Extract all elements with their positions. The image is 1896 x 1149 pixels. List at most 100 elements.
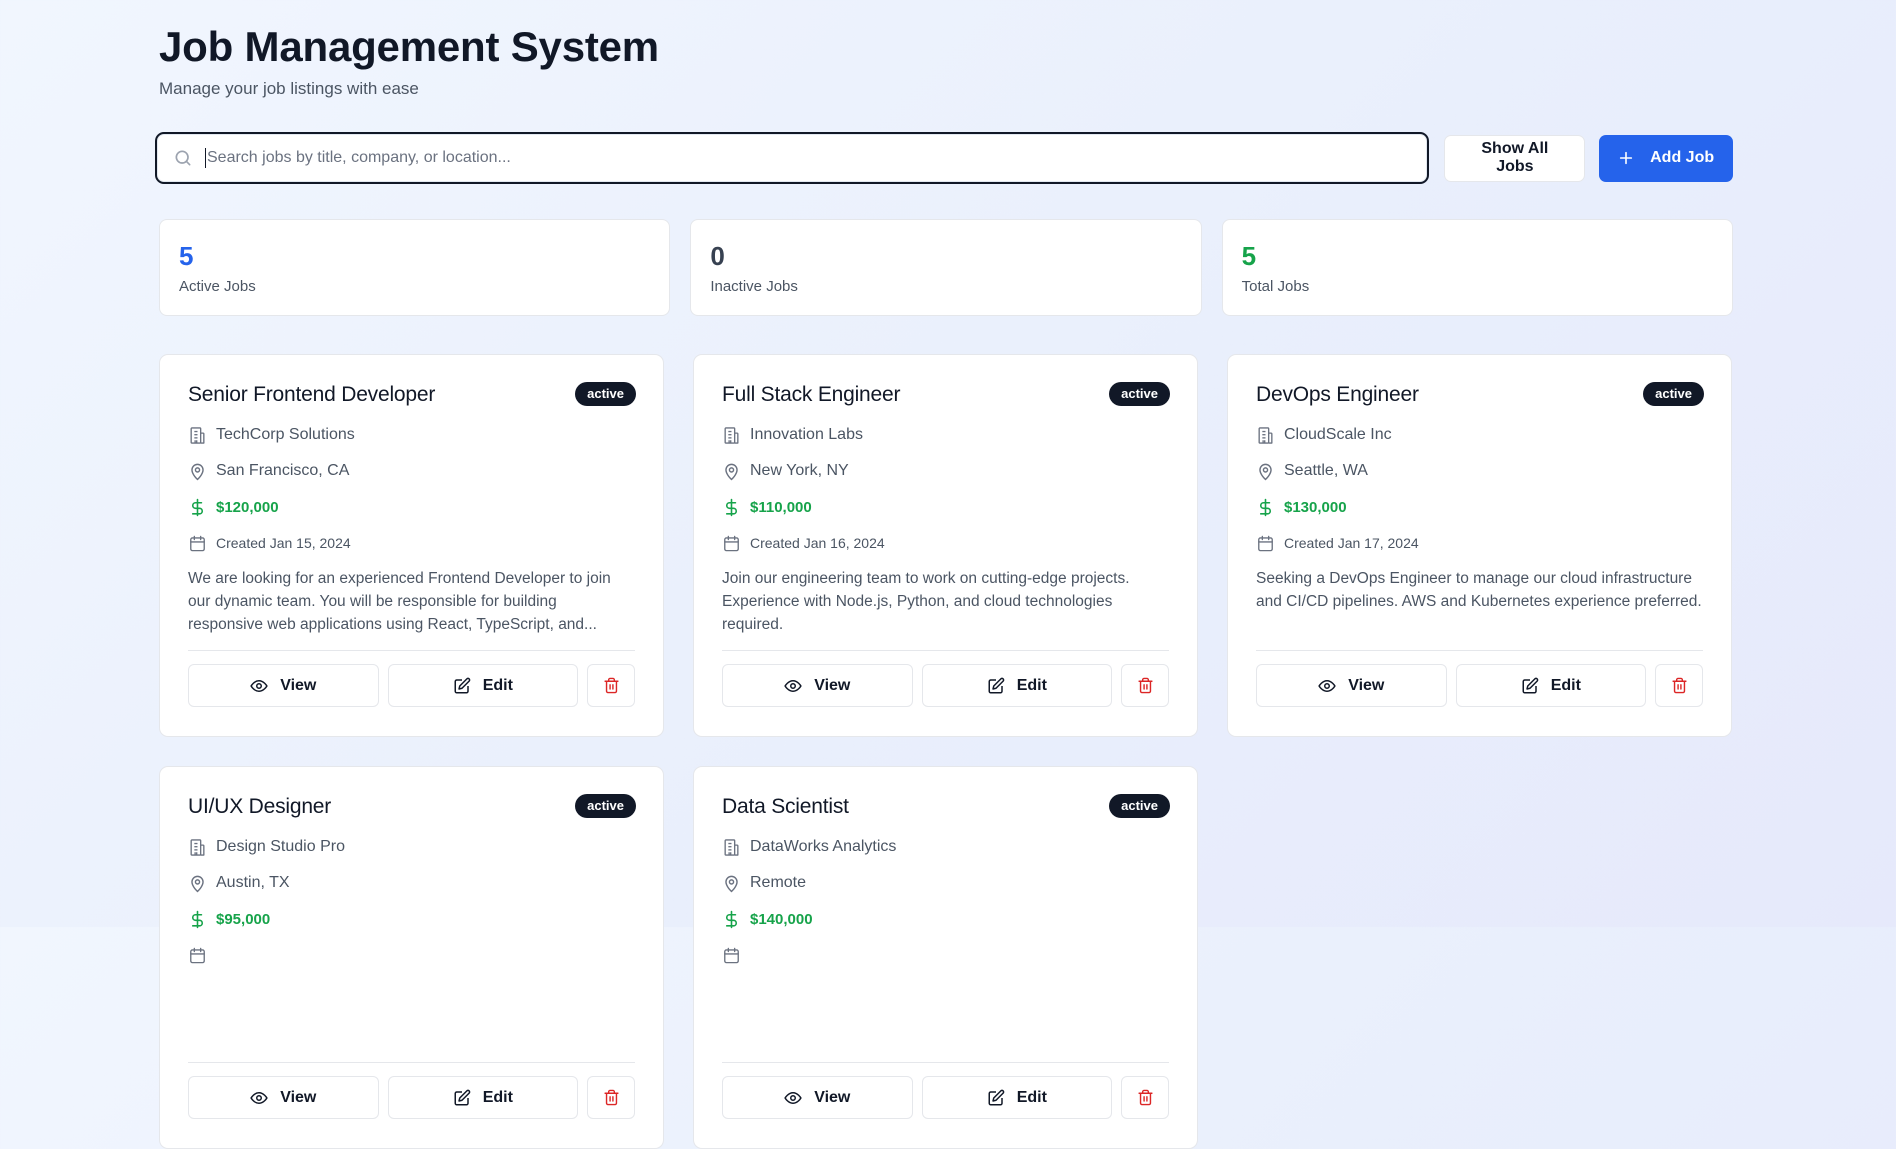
location-text: Austin, TX	[216, 874, 290, 891]
eye-icon	[784, 679, 802, 692]
company-name: Design Studio Pro	[216, 838, 345, 855]
delete-button[interactable]	[1655, 664, 1703, 707]
add-job-label: Add Job	[1650, 149, 1715, 166]
location-text: San Francisco, CA	[216, 462, 350, 479]
job-description: We are looking for an experienced Fronte…	[188, 570, 611, 633]
delete-button[interactable]	[587, 1076, 635, 1119]
search-input[interactable]	[207, 134, 1428, 182]
salary-row: $130,000	[1256, 496, 1703, 518]
edit-button[interactable]: Edit	[1455, 664, 1647, 707]
dollar-icon	[725, 910, 737, 928]
view-label: View	[1348, 676, 1385, 694]
view-label: View	[814, 1088, 851, 1106]
company-row: DataWorks Analytics	[722, 836, 1169, 858]
card-divider	[1256, 650, 1703, 651]
company-row: Innovation Labs	[722, 424, 1169, 446]
job-title: Data Scientist	[722, 795, 849, 818]
view-button[interactable]: View	[722, 664, 913, 707]
location-row: Austin, TX	[188, 872, 635, 894]
trash-icon	[603, 1089, 619, 1106]
map-pin-icon	[1259, 463, 1272, 480]
card-actions: View Edit	[1256, 664, 1703, 707]
stat-label: Inactive Jobs	[710, 278, 798, 295]
card-divider	[722, 1062, 1169, 1063]
map-pin-icon	[725, 875, 738, 892]
map-pin-icon	[191, 875, 204, 892]
job-description: Seeking a DevOps Engineer to manage our …	[1256, 570, 1702, 610]
trash-icon	[603, 677, 619, 694]
calendar-icon	[724, 947, 739, 963]
job-description	[188, 979, 635, 1048]
delete-button[interactable]	[1121, 1076, 1169, 1119]
location-row: New York, NY	[722, 460, 1169, 482]
edit-button[interactable]: Edit	[387, 1076, 579, 1119]
dollar-icon	[1259, 498, 1271, 516]
building-icon	[1258, 426, 1273, 444]
location-text: Remote	[750, 874, 807, 891]
job-card: UI/UX Designer active Design Studio Pro …	[159, 766, 664, 1149]
created-row: Created Jan 17, 2024	[1256, 532, 1703, 554]
calendar-icon	[190, 947, 205, 963]
stat-label: Total Jobs	[1241, 278, 1310, 295]
eye-icon	[250, 679, 268, 692]
eye-icon	[250, 1091, 268, 1104]
company-row: Design Studio Pro	[188, 836, 635, 858]
edit-icon	[1522, 677, 1539, 693]
created-row	[722, 944, 1169, 966]
salary-row: $120,000	[188, 496, 635, 518]
location-row: Remote	[722, 872, 1169, 894]
stat-card-total: 5 Total Jobs	[1221, 219, 1733, 316]
created-date: Created Jan 17, 2024	[1284, 535, 1419, 551]
stat-value: 0	[710, 241, 725, 271]
show-all-jobs-button[interactable]: Show All Jobs	[1444, 134, 1586, 182]
card-actions: View Edit	[722, 664, 1169, 707]
search-box[interactable]	[155, 132, 1430, 184]
location-text: New York, NY	[750, 462, 849, 479]
search-icon	[175, 150, 191, 166]
location-row: Seattle, WA	[1256, 460, 1703, 482]
page-subtitle: Manage your job listings with ease	[159, 79, 419, 98]
stat-card-active: 5 Active Jobs	[159, 219, 671, 316]
view-button[interactable]: View	[1256, 664, 1447, 707]
delete-button[interactable]	[587, 664, 635, 707]
edit-button[interactable]: Edit	[387, 664, 579, 707]
building-icon	[190, 838, 205, 856]
job-grid: Senior Frontend Developer active TechCor…	[159, 354, 1733, 1149]
dollar-icon	[191, 498, 203, 516]
status-badge: active	[575, 794, 636, 818]
edit-label: Edit	[482, 676, 513, 694]
edit-icon	[988, 677, 1005, 693]
view-label: View	[280, 1088, 317, 1106]
edit-label: Edit	[1550, 676, 1581, 694]
created-row: Created Jan 16, 2024	[722, 532, 1169, 554]
salary-row: $110,000	[722, 496, 1169, 518]
view-button[interactable]: View	[722, 1076, 913, 1119]
job-description	[722, 979, 1169, 1048]
calendar-icon	[190, 535, 205, 551]
job-card: Data Scientist active DataWorks Analytic…	[693, 766, 1198, 1149]
dollar-icon	[191, 910, 203, 928]
status-badge: active	[1109, 794, 1170, 818]
location-row: San Francisco, CA	[188, 460, 635, 482]
job-title: Senior Frontend Developer	[188, 383, 436, 406]
salary-text: $110,000	[750, 498, 812, 516]
map-pin-icon	[191, 463, 204, 480]
view-button[interactable]: View	[188, 1076, 379, 1119]
edit-button[interactable]: Edit	[921, 1076, 1113, 1119]
job-card: Full Stack Engineer active Innovation La…	[693, 354, 1198, 737]
created-date: Created Jan 16, 2024	[750, 535, 885, 551]
card-actions: View Edit	[188, 1076, 635, 1119]
delete-button[interactable]	[1121, 664, 1169, 707]
add-job-button[interactable]: Add Job	[1599, 134, 1733, 182]
stats-row: 5 Active Jobs 0 Inactive Jobs 5 Total Jo…	[159, 219, 1733, 316]
company-name: DataWorks Analytics	[750, 838, 897, 855]
company-row: TechCorp Solutions	[188, 424, 635, 446]
view-label: View	[814, 676, 851, 694]
stat-value: 5	[179, 241, 194, 271]
company-row: CloudScale Inc	[1256, 424, 1703, 446]
edit-icon	[454, 1089, 471, 1105]
toolbar: Show All Jobs Add Job	[155, 132, 1733, 184]
view-button[interactable]: View	[188, 664, 379, 707]
edit-button[interactable]: Edit	[921, 664, 1113, 707]
edit-icon	[454, 677, 471, 693]
